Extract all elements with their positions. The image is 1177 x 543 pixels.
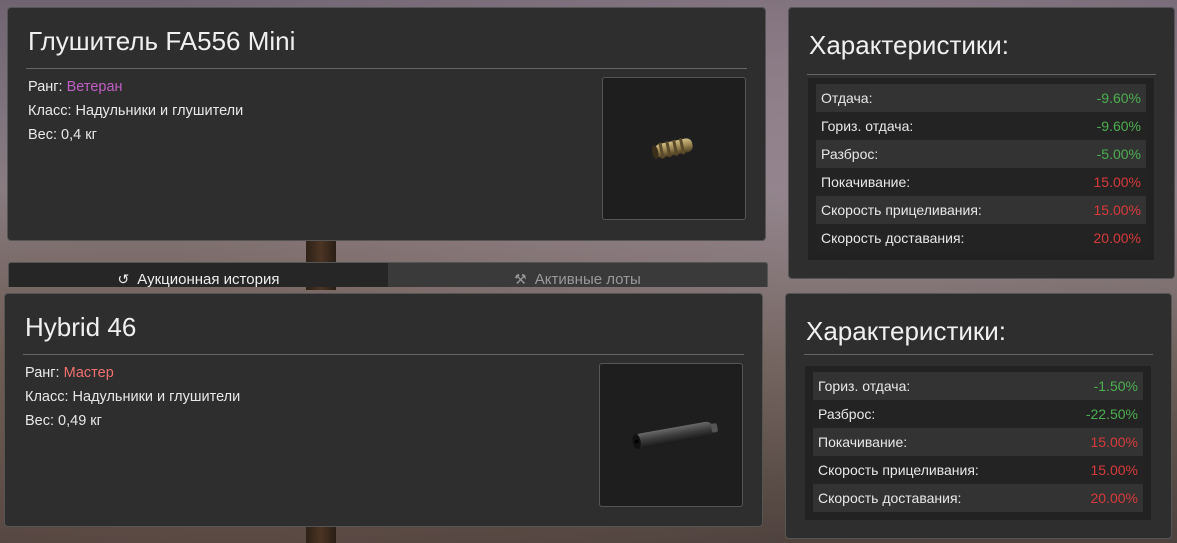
stat-value: 15.00% — [1090, 434, 1138, 450]
rank-value: Ветеран — [66, 79, 123, 95]
stat-row: Разброс: -22.50% — [813, 400, 1143, 428]
class-row: Класс: Надульники и глушители — [28, 103, 244, 119]
background-pole — [306, 525, 336, 543]
weight-row: Вес: 0,4 кг — [28, 127, 97, 143]
stat-row: Скорость прицеливания: 15.00% — [816, 196, 1146, 224]
stats-title: Характеристики: — [809, 30, 1010, 60]
stats-title: Характеристики: — [806, 316, 1007, 346]
stat-row: Разброс: -5.00% — [816, 140, 1146, 168]
tab-active-lots[interactable]: ⚒ Активные лоты — [388, 263, 767, 287]
stat-value: -22.50% — [1085, 406, 1138, 422]
stat-row: Скорость доставания: 20.00% — [816, 224, 1146, 252]
stat-value: 15.00% — [1093, 202, 1141, 218]
rank-value: Мастер — [63, 365, 114, 381]
auction-tabs: ↺ Аукционная история ⚒ Активные лоты — [8, 262, 768, 287]
stat-value: 15.00% — [1090, 462, 1138, 478]
stat-value: -9.60% — [1096, 90, 1141, 106]
tab-label: Активные лоты — [534, 271, 641, 287]
item-title: Hybrid 46 — [25, 312, 137, 342]
stat-row: Покачивание: 15.00% — [816, 168, 1146, 196]
stat-row: Гориз. отдача: -1.50% — [813, 372, 1143, 400]
stat-value: 15.00% — [1093, 174, 1141, 190]
stat-label: Разброс: — [818, 406, 876, 422]
stat-row: Покачивание: 15.00% — [813, 428, 1143, 456]
item-properties: Ранг: Мастер Класс: Надульники и глушите… — [25, 361, 240, 433]
stat-label: Гориз. отдача: — [821, 118, 914, 134]
stat-label: Скорость прицеливания: — [821, 202, 982, 218]
stat-row: Скорость прицеливания: 15.00% — [813, 456, 1143, 484]
tab-auction-history[interactable]: ↺ Аукционная история — [9, 263, 388, 287]
stat-row: Гориз. отдача: -9.60% — [816, 112, 1146, 140]
history-icon: ↺ — [117, 271, 130, 287]
class-row: Класс: Надульники и глушители — [25, 389, 241, 405]
stat-value: 20.00% — [1093, 230, 1141, 246]
stat-value: -9.60% — [1096, 118, 1141, 134]
divider — [807, 74, 1156, 75]
stat-label: Отдача: — [821, 90, 873, 106]
tab-label: Аукционная история — [137, 271, 280, 287]
stat-label: Гориз. отдача: — [818, 378, 911, 394]
stat-row: Скорость доставания: 20.00% — [813, 484, 1143, 512]
rank-row: Ранг: Мастер — [25, 365, 114, 381]
stats-table: Отдача: -9.60% Гориз. отдача: -9.60% Разброс… — [808, 78, 1154, 260]
rank-row: Ранг: Ветеран — [28, 79, 123, 95]
weight-row: Вес: 0,49 кг — [25, 413, 102, 429]
divider — [804, 354, 1153, 355]
divider — [23, 354, 744, 355]
stat-label: Покачивание: — [821, 174, 911, 190]
stat-label: Скорость доставания: — [818, 490, 962, 506]
stat-label: Покачивание: — [818, 434, 908, 450]
stats-table: Гориз. отдача: -1.50% Разброс: -22.50% Покач… — [805, 366, 1151, 520]
item-info-panel: Hybrid 46 Ранг: Мастер Класс: Надульники… — [4, 293, 763, 527]
stat-value: -5.00% — [1096, 146, 1141, 162]
stats-panel: Характеристики: Отдача: -9.60% Гориз. отда… — [788, 7, 1175, 279]
silencer-hybrid46-icon — [632, 421, 718, 449]
gavel-icon: ⚒ — [514, 271, 527, 287]
stat-row: Отдача: -9.60% — [816, 84, 1146, 112]
stat-label: Скорость доставания: — [821, 230, 965, 246]
stat-value: 20.00% — [1090, 490, 1138, 506]
stat-label: Скорость прицеливания: — [818, 462, 979, 478]
item-image — [602, 77, 746, 220]
item-properties: Ранг: Ветеран Класс: Надульники и глушит… — [28, 75, 243, 147]
stat-value: -1.50% — [1093, 378, 1138, 394]
divider — [26, 68, 747, 69]
item-image — [599, 363, 743, 507]
stat-label: Разброс: — [821, 146, 879, 162]
stats-panel: Характеристики: Гориз. отдача: -1.50% Разб… — [785, 293, 1172, 539]
item-info-panel: Глушитель FA556 Mini Ранг: Ветеран Класс… — [7, 7, 766, 241]
silencer-fa556-icon — [651, 138, 693, 159]
item-title: Глушитель FA556 Mini — [28, 26, 296, 56]
